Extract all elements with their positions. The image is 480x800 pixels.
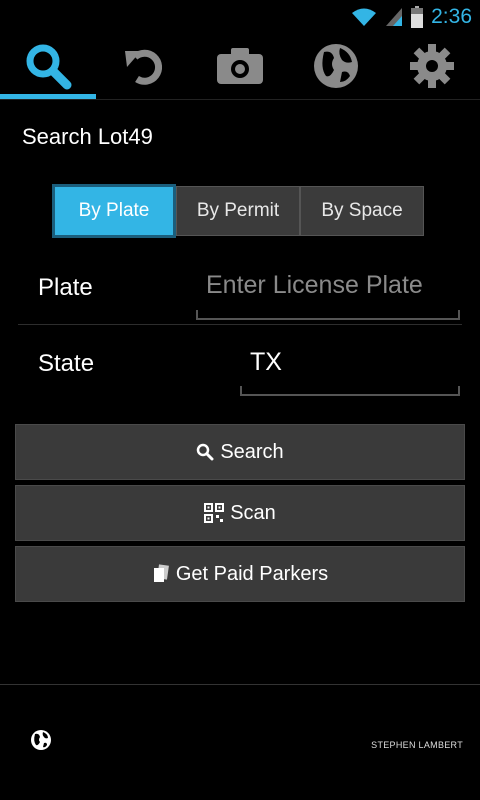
row-divider	[18, 324, 462, 325]
search-button-label: Search	[220, 440, 284, 463]
state-label: State	[38, 350, 95, 377]
state-value[interactable]: TX	[240, 338, 460, 377]
globe-icon	[314, 44, 358, 88]
plate-label: Plate	[38, 274, 93, 301]
tab-globe[interactable]	[288, 33, 384, 99]
search-icon	[26, 44, 72, 90]
top-tab-bar	[0, 33, 480, 100]
get-paid-parkers-button[interactable]: Get Paid Parkers	[15, 546, 465, 602]
mode-by-permit-button[interactable]: By Permit	[176, 186, 300, 236]
search-icon	[197, 443, 214, 461]
tab-undo[interactable]	[96, 33, 192, 99]
tab-search[interactable]	[0, 33, 96, 99]
plate-input[interactable]	[196, 262, 460, 308]
undo-icon	[125, 49, 163, 85]
globe-icon[interactable]	[30, 729, 52, 751]
author-credit: STEPHEN LAMBERT	[371, 740, 463, 750]
plate-field[interactable]	[196, 262, 460, 320]
footer-divider	[0, 684, 480, 685]
mode-by-space-button[interactable]: By Space	[300, 186, 424, 236]
camera-icon	[217, 48, 263, 84]
scan-button[interactable]: Scan	[15, 485, 465, 541]
mode-by-plate-button[interactable]: By Plate	[52, 184, 176, 238]
page-title: Search Lot49	[22, 124, 153, 149]
signal-icon	[386, 7, 403, 26]
wifi-icon	[352, 8, 377, 26]
search-mode-selector: By Plate By Permit By Space	[52, 184, 424, 238]
scan-button-label: Scan	[230, 501, 276, 524]
gear-icon	[410, 44, 454, 88]
search-button[interactable]: Search	[15, 424, 465, 480]
status-bar: 2:36	[0, 0, 480, 33]
state-field[interactable]: TX	[240, 338, 460, 396]
qr-code-icon	[204, 503, 225, 523]
tab-camera[interactable]	[192, 33, 288, 99]
paper-stack-icon	[153, 564, 169, 582]
clock: 2:36	[431, 4, 472, 28]
tab-settings[interactable]	[384, 33, 480, 99]
battery-icon	[411, 5, 424, 28]
get-paid-parkers-label: Get Paid Parkers	[175, 562, 329, 585]
